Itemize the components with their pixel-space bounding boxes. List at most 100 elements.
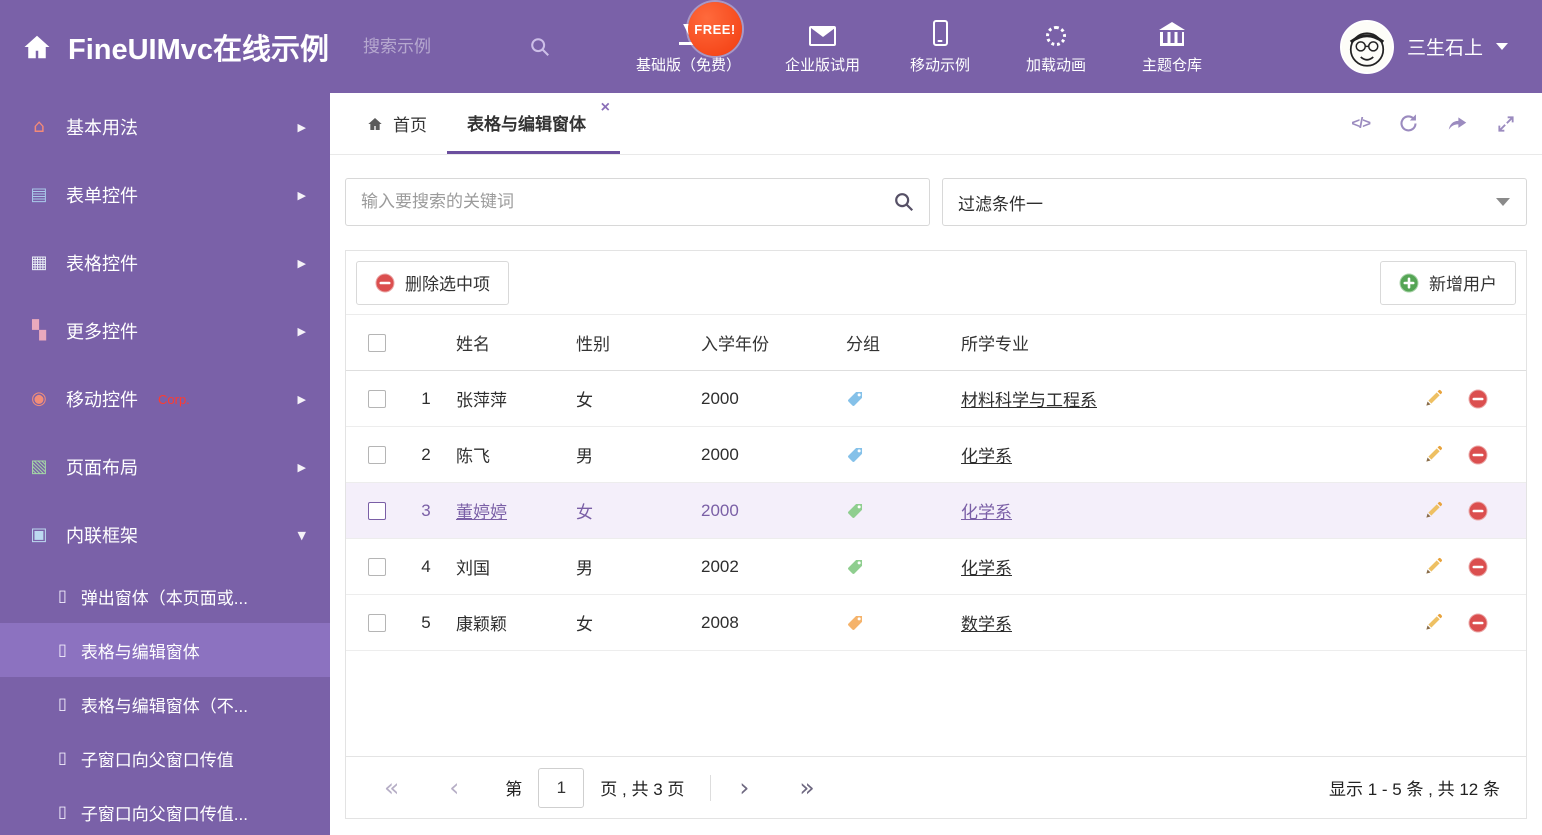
major-link[interactable]: 化学系 xyxy=(961,503,1012,522)
share-icon[interactable] xyxy=(1447,113,1468,134)
sidebar-item-label: 基本用法 xyxy=(66,118,138,138)
sidebar-subitem[interactable]: 弹出窗体（本页面或... xyxy=(0,569,330,623)
sidebar-subitem[interactable]: 子窗口向父窗口传值 xyxy=(0,731,330,785)
row-number: 2 xyxy=(421,444,431,464)
plus-circle-icon xyxy=(1399,273,1419,293)
row-checkbox[interactable] xyxy=(368,501,386,520)
sidebar-item[interactable]: 表单控件 xyxy=(0,161,330,229)
sidebar-subitem[interactable]: 子窗口向父窗口传值... xyxy=(0,785,330,835)
sidebar: 基本用法 表单控件 表格控件 更多控件 xyxy=(0,93,330,835)
search-icon[interactable] xyxy=(529,36,551,58)
column-header-major: 所学专业 xyxy=(961,335,1029,354)
cell-gender: 女 xyxy=(576,503,593,522)
sidebar-item-label: 移动控件 xyxy=(66,390,138,410)
tab-actions xyxy=(1351,93,1542,154)
major-link[interactable]: 材料科学与工程系 xyxy=(961,391,1097,410)
header-nav-item[interactable]: 加载动画 xyxy=(1020,19,1092,75)
table-row[interactable]: 4 刘国 男 2002 化学系 xyxy=(346,539,1526,595)
first-page-button[interactable] xyxy=(384,775,399,800)
sidebar-item[interactable]: 移动控件 Corp. xyxy=(0,365,330,433)
last-page-button[interactable] xyxy=(799,775,814,800)
table-row[interactable]: 2 陈飞 男 2000 化学系 xyxy=(346,427,1526,483)
main-content: 首页 表格与编辑窗体 过滤条件一 xyxy=(330,93,1542,835)
view-source-icon[interactable] xyxy=(1351,115,1370,132)
search-icon[interactable] xyxy=(893,191,915,213)
sidebar-item[interactable]: 内联框架 xyxy=(0,501,330,569)
header-nav-item[interactable]: 主题仓库 xyxy=(1136,19,1208,75)
expand-icon[interactable] xyxy=(1496,114,1516,134)
sidebar-subitem[interactable]: 表格与编辑窗体（不... xyxy=(0,677,330,731)
cell-year: 2002 xyxy=(701,556,739,576)
sidebar-item-label: 更多控件 xyxy=(66,322,138,342)
refresh-icon[interactable] xyxy=(1398,113,1419,134)
sidebar-item[interactable]: 基本用法 xyxy=(0,93,330,161)
filter-dropdown[interactable]: 过滤条件一 xyxy=(942,178,1527,226)
sidebar-item[interactable]: 表格控件 xyxy=(0,229,330,297)
edit-icon[interactable] xyxy=(1424,501,1444,521)
header-search-input[interactable] xyxy=(363,36,514,57)
chevron-icon xyxy=(298,393,306,406)
major-link[interactable]: 数学系 xyxy=(961,615,1012,634)
header-nav-label: 移动示例 xyxy=(910,56,971,74)
tag-icon xyxy=(846,446,864,464)
header-nav-item[interactable]: 企业版试用 xyxy=(785,19,860,75)
header-nav-item[interactable]: 移动示例 xyxy=(904,19,976,75)
table-row[interactable]: 1 张萍萍 女 2000 材料科学与工程系 xyxy=(346,371,1526,427)
delete-icon[interactable] xyxy=(1468,501,1488,521)
caret-down-icon xyxy=(1496,43,1508,50)
add-user-button[interactable]: 新增用户 xyxy=(1380,260,1516,305)
header-nav-icon-wrap xyxy=(1159,19,1185,46)
cell-name: 董婷婷 xyxy=(456,503,507,522)
avatar xyxy=(1339,19,1394,74)
user-menu[interactable]: 三生石上 xyxy=(1339,19,1522,74)
table-row[interactable]: 5 康颖颖 女 2008 数学系 xyxy=(346,595,1526,651)
header-nav-label: 企业版试用 xyxy=(785,56,861,74)
select-all-checkbox[interactable] xyxy=(368,333,386,352)
row-checkbox[interactable] xyxy=(368,445,386,464)
tab-close-icon[interactable] xyxy=(601,100,610,116)
edit-icon[interactable] xyxy=(1424,445,1444,465)
cell-gender: 男 xyxy=(576,559,593,578)
delete-icon[interactable] xyxy=(1468,557,1488,577)
cell-year: 2000 xyxy=(701,388,739,408)
column-header-gender: 性别 xyxy=(576,335,610,354)
column-header-group: 分组 xyxy=(846,335,880,354)
cell-year: 2000 xyxy=(701,500,739,520)
edit-icon[interactable] xyxy=(1424,557,1444,577)
table-body: 1 张萍萍 女 2000 材料科学与工程系 2 陈飞 男 2000 化学系 3 … xyxy=(346,371,1526,651)
major-link[interactable]: 化学系 xyxy=(961,447,1012,466)
edit-icon[interactable] xyxy=(1424,389,1444,409)
username: 三生石上 xyxy=(1406,38,1483,59)
column-header-name: 姓名 xyxy=(456,335,490,354)
delete-icon[interactable] xyxy=(1468,445,1488,465)
edit-icon[interactable] xyxy=(1424,613,1444,633)
major-link[interactable]: 化学系 xyxy=(961,559,1012,578)
table-row[interactable]: 3 董婷婷 女 2000 化学系 xyxy=(346,483,1526,539)
sidebar-item[interactable]: 页面布局 xyxy=(0,433,330,501)
next-page-button[interactable] xyxy=(739,775,749,800)
sidebar-item[interactable]: 更多控件 xyxy=(0,297,330,365)
tab-active[interactable]: 表格与编辑窗体 xyxy=(447,93,620,154)
header-nav-icon xyxy=(809,25,837,46)
app-home-icon[interactable] xyxy=(20,32,54,62)
page-icon xyxy=(58,696,67,712)
sidebar-item-icon xyxy=(28,118,50,136)
row-number: 1 xyxy=(421,388,431,408)
sidebar-subitem[interactable]: 表格与编辑窗体 xyxy=(0,623,330,677)
delete-selected-button[interactable]: 删除选中项 xyxy=(356,260,509,305)
keyword-search-input[interactable] xyxy=(361,192,885,212)
tab-home[interactable]: 首页 xyxy=(346,93,447,154)
page-number-input[interactable] xyxy=(538,767,585,808)
delete-icon[interactable] xyxy=(1468,389,1488,409)
row-checkbox[interactable] xyxy=(368,613,386,632)
row-checkbox[interactable] xyxy=(368,557,386,576)
sidebar-subitem-label: 子窗口向父窗口传值 xyxy=(80,750,234,770)
row-number: 4 xyxy=(421,556,431,576)
cell-name: 陈飞 xyxy=(456,447,490,466)
delete-icon[interactable] xyxy=(1468,613,1488,633)
page-suffix-label: 页 , 共 3 页 xyxy=(600,780,685,799)
home-icon xyxy=(366,116,384,132)
row-checkbox[interactable] xyxy=(368,389,386,408)
sidebar-subitem-label: 子窗口向父窗口传值... xyxy=(80,804,248,824)
prev-page-button[interactable] xyxy=(449,775,459,800)
